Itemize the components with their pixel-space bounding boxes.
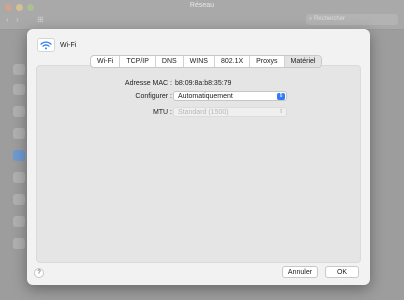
ok-button[interactable]: OK bbox=[325, 266, 359, 278]
tab-materiel[interactable]: Matériel bbox=[284, 56, 322, 67]
search-input[interactable]: ⌕ Rechercher bbox=[306, 14, 398, 25]
window-title: Réseau bbox=[189, 2, 215, 9]
grid-icon[interactable]: ⊞ bbox=[37, 15, 44, 24]
chevron-updown-icon: ⇕ bbox=[277, 93, 285, 100]
tab-tcpip[interactable]: TCP/IP bbox=[120, 56, 156, 67]
tab-8021x[interactable]: 802.1X bbox=[215, 56, 251, 67]
tab-dns[interactable]: DNS bbox=[156, 56, 184, 67]
search-placeholder: Rechercher bbox=[314, 16, 346, 22]
mac-address-value: b8:09:8a:b8:35:79 bbox=[175, 80, 232, 87]
window-titlebar: Réseau ‹ › ⊞ ⌕ Rechercher bbox=[0, 0, 404, 30]
settings-tabs: Wi-Fi TCP/IP DNS WINS 802.1X Proxys Maté… bbox=[90, 55, 323, 68]
sidebar-service-icon[interactable] bbox=[13, 238, 25, 249]
configure-value: Automatiquement bbox=[178, 93, 233, 100]
sidebar-service-icon[interactable] bbox=[13, 172, 25, 183]
wifi-details-sheet: Wi-Fi Wi-Fi TCP/IP DNS WINS 802.1X Proxy… bbox=[27, 29, 370, 285]
sidebar-service-icon[interactable] bbox=[13, 216, 25, 227]
tab-wifi[interactable]: Wi-Fi bbox=[91, 56, 121, 67]
sidebar-service-icon[interactable] bbox=[13, 194, 25, 205]
tab-proxys[interactable]: Proxys bbox=[250, 56, 285, 67]
cancel-button[interactable]: Annuler bbox=[282, 266, 318, 278]
sheet-header: Wi-Fi bbox=[37, 38, 76, 52]
mtu-label: MTU : bbox=[152, 109, 172, 116]
sheet-title: Wi-Fi bbox=[60, 41, 77, 49]
sidebar-service-icon[interactable] bbox=[13, 84, 25, 95]
sidebar-service-icon[interactable] bbox=[13, 150, 25, 161]
sidebar-service-icon[interactable] bbox=[13, 106, 25, 117]
chevron-updown-icon: ⇕ bbox=[278, 109, 284, 115]
wifi-icon bbox=[37, 38, 55, 52]
sidebar-service-icon[interactable] bbox=[13, 128, 25, 139]
back-icon[interactable]: ‹ bbox=[6, 15, 9, 24]
configure-select[interactable]: Automatiquement ⇕ bbox=[173, 91, 287, 101]
forward-icon[interactable]: › bbox=[16, 15, 19, 24]
help-button[interactable]: ? bbox=[34, 268, 44, 278]
sidebar-service-icon[interactable] bbox=[13, 64, 25, 75]
mtu-select: Standard (1500) ⇕ bbox=[173, 107, 287, 117]
configure-label: Configurer : bbox=[135, 93, 172, 100]
tab-wins[interactable]: WINS bbox=[184, 56, 215, 67]
mac-address-label: Adresse MAC : bbox=[124, 80, 172, 87]
mtu-value: Standard (1500) bbox=[178, 109, 229, 116]
